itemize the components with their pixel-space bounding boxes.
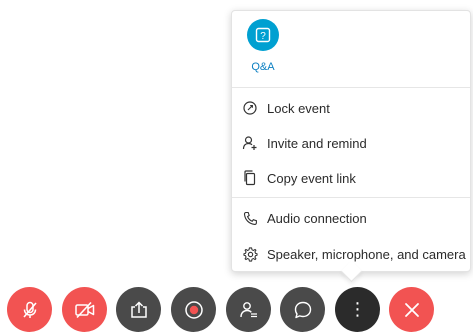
chat-icon xyxy=(293,300,313,320)
leave-button[interactable] xyxy=(389,287,434,332)
phone-icon xyxy=(242,210,258,226)
menu-item-label: Copy event link xyxy=(267,170,356,186)
settings-gear-icon xyxy=(242,246,258,262)
menu-item-label: Speaker, microphone, and camera xyxy=(267,246,466,262)
menu-divider xyxy=(232,87,470,88)
add-person-icon xyxy=(242,135,258,151)
participants-button[interactable] xyxy=(226,287,271,332)
lock-icon xyxy=(242,100,258,116)
record-button[interactable] xyxy=(171,287,216,332)
participants-icon xyxy=(239,300,259,320)
share-button[interactable] xyxy=(116,287,161,332)
svg-text:?: ? xyxy=(260,31,266,42)
menu-item-lock-event[interactable]: Lock event xyxy=(232,93,470,123)
more-vertical-icon: ⋮ xyxy=(348,298,367,320)
qa-icon: ? xyxy=(247,19,279,51)
chat-button[interactable] xyxy=(280,287,325,332)
menu-item-invite-and-remind[interactable]: Invite and remind xyxy=(232,128,470,158)
video-off-icon xyxy=(74,301,96,319)
more-options-button[interactable]: ⋮ xyxy=(335,287,380,332)
qa-label: Q&A xyxy=(251,61,275,73)
close-icon xyxy=(403,301,421,319)
microphone-muted-icon xyxy=(20,300,40,320)
share-icon xyxy=(129,300,149,320)
menu-divider xyxy=(232,197,470,198)
menu-item-label: Lock event xyxy=(267,100,330,116)
menu-item-speaker-microphone-camera[interactable]: Speaker, microphone, and camera xyxy=(232,239,470,269)
mute-button[interactable] xyxy=(7,287,52,332)
menu-item-copy-event-link[interactable]: Copy event link xyxy=(232,163,470,193)
menu-item-label: Invite and remind xyxy=(267,135,367,151)
menu-item-audio-connection[interactable]: Audio connection xyxy=(232,203,470,233)
record-icon xyxy=(184,300,204,320)
qa-button[interactable]: ? Q&A xyxy=(246,19,280,77)
more-options-menu: ? Q&A Lock event Invite and remind Copy … xyxy=(231,10,471,272)
menu-item-label: Audio connection xyxy=(267,210,367,226)
copy-icon xyxy=(242,170,258,186)
stop-video-button[interactable] xyxy=(62,287,107,332)
